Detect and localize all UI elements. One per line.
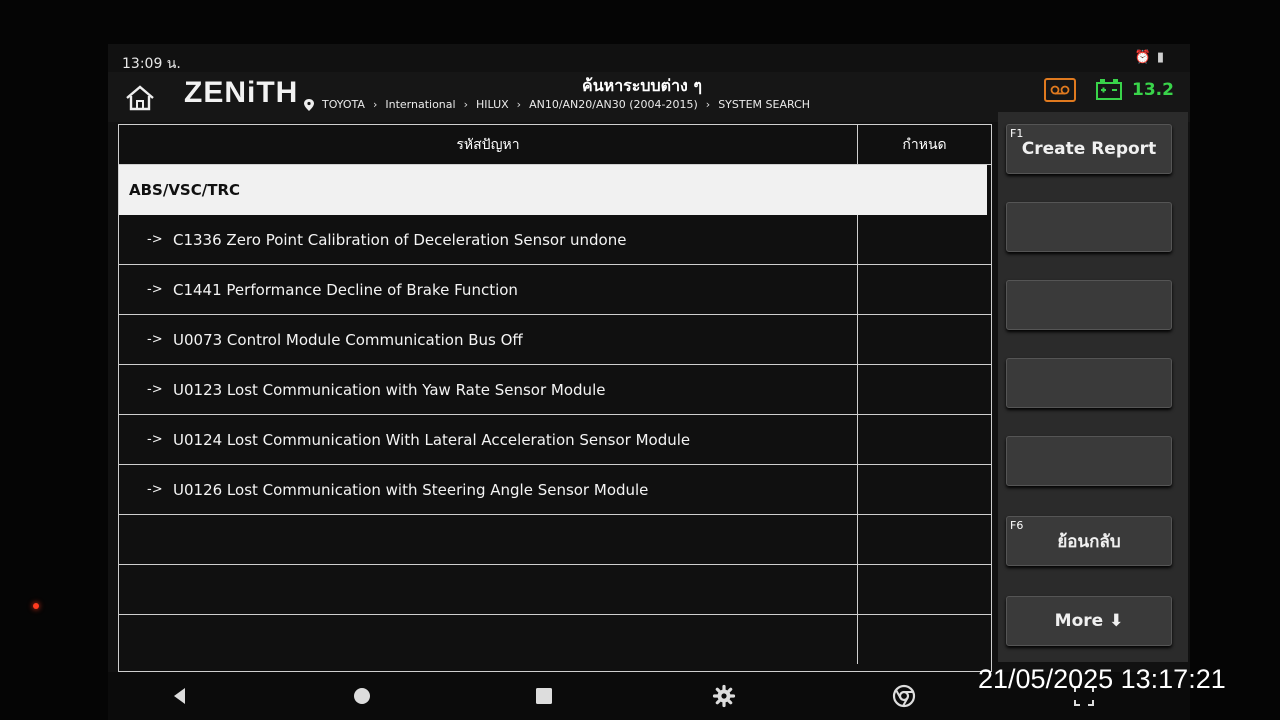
home-circle-icon[interactable]: [350, 684, 374, 708]
photo-timestamp: 21/05/2025 13:17:21: [978, 664, 1226, 694]
define-cell: [858, 215, 991, 264]
empty-row: [119, 515, 991, 565]
recents-icon[interactable]: [532, 684, 556, 708]
back-button[interactable]: F6 ย้อนกลับ: [1006, 516, 1172, 566]
status-bar: 13:09 น. ⏰▮: [108, 44, 1190, 74]
back-icon[interactable]: [168, 684, 192, 708]
alarm-icon: ⏰: [1134, 50, 1157, 65]
table-row[interactable]: -> U0124 Lost Communication With Lateral …: [119, 415, 991, 465]
system-group-row[interactable]: ABS/VSC/TRC: [119, 165, 987, 215]
define-cell: [858, 465, 991, 514]
location-pin-icon: [304, 98, 314, 111]
dtc-table: รหัสปัญหา กำหนด ABS/VSC/TRC -> C1336 Zero…: [118, 124, 992, 672]
function-key-label: F1: [1010, 127, 1024, 140]
table-row[interactable]: -> U0126 Lost Communication with Steering…: [119, 465, 991, 515]
function-button-f2[interactable]: [1006, 202, 1172, 252]
create-report-label: Create Report: [1021, 139, 1157, 159]
back-label: ย้อนกลับ: [1057, 531, 1121, 552]
device-led: [33, 603, 39, 609]
logo: ZENiTH: [184, 76, 299, 109]
record-icon[interactable]: [1044, 78, 1076, 102]
chevron-right-icon: ›: [705, 98, 711, 111]
function-key-panel: F1 Create Report F6 ย้อนกลับ More ⬇: [998, 112, 1188, 662]
breadcrumb-item-make[interactable]: TOYOTA: [322, 98, 365, 111]
define-cell: [858, 265, 991, 314]
dtc-text: C1336 Zero Point Calibration of Decelera…: [173, 230, 627, 249]
table-header: รหัสปัญหา กำหนด: [119, 125, 991, 165]
function-key-label: F6: [1010, 519, 1024, 532]
dtc-text: U0123 Lost Communication with Yaw Rate S…: [173, 380, 606, 399]
chevron-right-icon: ›: [516, 98, 522, 111]
breadcrumb-item-chassis[interactable]: AN10/AN20/AN30 (2004-2015): [529, 98, 698, 111]
dtc-rows: -> C1336 Zero Point Calibration of Decele…: [119, 215, 991, 665]
define-cell: [858, 365, 991, 414]
more-label: More ⬇: [1054, 611, 1124, 631]
breadcrumb: TOYOTA › International › HILUX › AN10/AN…: [304, 98, 810, 111]
home-icon[interactable]: [124, 84, 156, 112]
page-title: ค้นหาระบบต่าง ๆ: [582, 76, 703, 95]
table-row[interactable]: -> U0073 Control Module Communication Bus…: [119, 315, 991, 365]
column-header-code: รหัสปัญหา: [119, 125, 858, 164]
table-row[interactable]: -> C1441 Performance Decline of Brake Fun…: [119, 265, 991, 315]
empty-row: [119, 565, 991, 615]
battery-voltage: 13.2: [1132, 80, 1174, 100]
table-row[interactable]: -> C1336 Zero Point Calibration of Decele…: [119, 215, 991, 265]
row-arrow: ->: [147, 432, 163, 447]
chevron-right-icon: ›: [372, 98, 378, 111]
settings-icon[interactable]: [712, 684, 736, 708]
table-row[interactable]: -> U0123 Lost Communication with Yaw Rate…: [119, 365, 991, 415]
battery-icon: ▮: [1156, 50, 1170, 65]
breadcrumb-item-region[interactable]: International: [385, 98, 455, 111]
row-arrow: ->: [147, 332, 163, 347]
row-arrow: ->: [147, 482, 163, 497]
breadcrumb-item-function[interactable]: SYSTEM SEARCH: [718, 98, 810, 111]
device-screen: 13:09 น. ⏰▮ ZENiTH ค้นหาระบบต่าง ๆ TOYOT…: [108, 44, 1190, 720]
row-arrow: ->: [147, 382, 163, 397]
row-arrow: ->: [147, 232, 163, 247]
empty-row: [119, 615, 991, 665]
column-header-define: กำหนด: [902, 136, 947, 153]
define-cell: [858, 315, 991, 364]
dtc-text: U0126 Lost Communication with Steering A…: [173, 480, 649, 499]
more-button[interactable]: More ⬇: [1006, 596, 1172, 646]
breadcrumb-item-model[interactable]: HILUX: [476, 98, 509, 111]
chrome-icon[interactable]: [892, 684, 916, 708]
dtc-text: C1441 Performance Decline of Brake Funct…: [173, 280, 518, 299]
dtc-text: U0073 Control Module Communication Bus O…: [173, 330, 523, 349]
function-button-f4[interactable]: [1006, 358, 1172, 408]
dtc-text: U0124 Lost Communication With Lateral Ac…: [173, 430, 691, 449]
car-battery-icon: [1096, 79, 1122, 100]
define-cell: [858, 415, 991, 464]
function-button-f3[interactable]: [1006, 280, 1172, 330]
create-report-button[interactable]: F1 Create Report: [1006, 124, 1172, 174]
row-arrow: ->: [147, 282, 163, 297]
chevron-right-icon: ›: [463, 98, 468, 111]
function-button-f5[interactable]: [1006, 436, 1172, 486]
